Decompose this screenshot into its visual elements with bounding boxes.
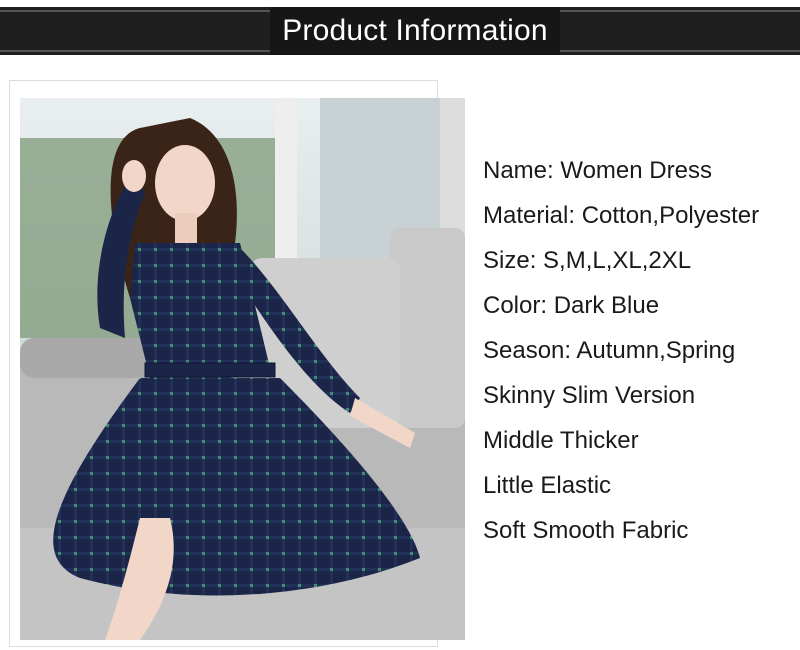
info-size: Size: S,M,L,XL,2XL — [483, 247, 692, 274]
product-info-list: Name: Women Dress Material: Cotton,Polye… — [483, 148, 759, 553]
info-name: Name: Women Dress — [483, 157, 712, 184]
page-title: Product Information — [270, 7, 560, 55]
product-photo — [20, 98, 465, 640]
info-thickness: Middle Thicker — [483, 427, 639, 454]
info-color: Color: Dark Blue — [483, 292, 660, 319]
info-version: Skinny Slim Version — [483, 382, 696, 409]
info-season: Season: Autumn,Spring — [483, 337, 736, 364]
info-elasticity: Little Elastic — [483, 472, 612, 499]
info-material: Material: Cotton,Polyester — [483, 202, 760, 229]
info-fabric: Soft Smooth Fabric — [483, 517, 689, 544]
